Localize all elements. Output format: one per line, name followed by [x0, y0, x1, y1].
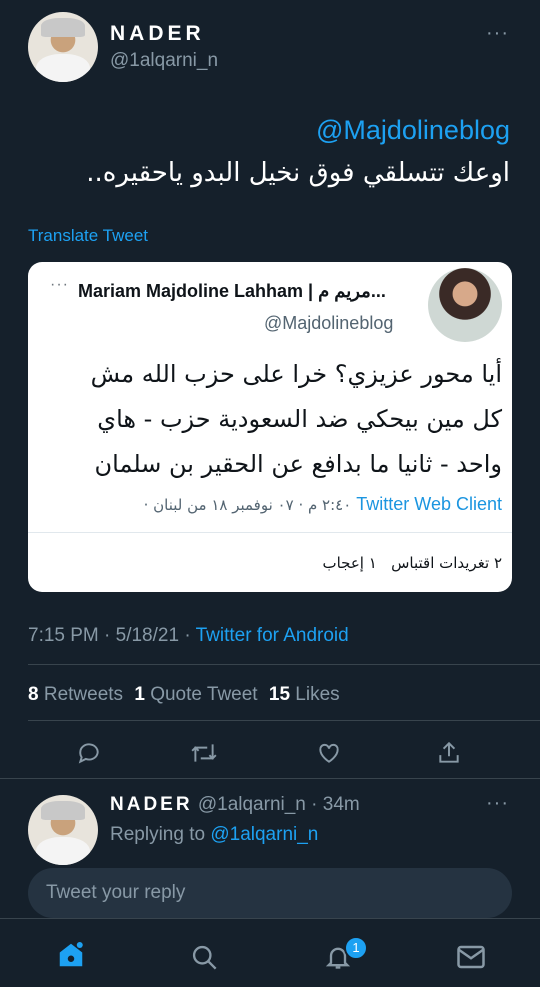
reply-more-icon[interactable]: ··· — [486, 792, 509, 815]
more-options-icon[interactable]: ··· — [486, 22, 509, 45]
tweet-timestamp: 7:15 PM · 5/18/21 · — [28, 625, 196, 646]
tweet-client[interactable]: Twitter for Android — [196, 625, 349, 646]
quoted-meta-client[interactable]: Twitter Web Client — [356, 494, 502, 514]
retweets-stat[interactable]: 8 Retweets — [28, 684, 123, 705]
replying-to-handle[interactable]: @1alqarni_n — [210, 824, 318, 845]
home-icon[interactable] — [56, 940, 86, 970]
reply-input-placeholder[interactable]: Tweet your reply — [46, 882, 185, 904]
card-more-icon[interactable]: ··· — [50, 276, 69, 294]
likes-count: 15 — [268, 684, 291, 705]
search-icon[interactable] — [190, 943, 218, 971]
quoted-author-handle[interactable]: @Majdolineblog — [264, 313, 393, 334]
quotes-label: Quote Tweet — [150, 684, 258, 705]
tweet-meta: 7:15 PM · 5/18/21 · Twitter for Android — [28, 625, 349, 647]
quoted-meta: ٢:٤٠ م · ٠٧ نوفمبر ١٨ من لبنان · Twitter… — [144, 494, 502, 515]
quoted-text-line: واحد - ثانيا ما بدافع عن الحقير بن سلمان — [94, 450, 502, 478]
divider — [28, 664, 540, 665]
quoted-author-name[interactable]: Mariam Majdoline Lahham | مريم م... — [78, 281, 386, 302]
tweet-stats: 8 Retweets 1 Quote Tweet 15 Likes — [28, 684, 340, 706]
retweet-icon[interactable] — [190, 740, 218, 766]
reply-avatar[interactable] — [28, 795, 98, 865]
notifications-badge: 1 — [344, 936, 368, 960]
reply-time: · 34m — [311, 794, 360, 815]
share-icon[interactable] — [436, 740, 462, 766]
replying-to-label: Replying to — [110, 824, 211, 845]
quotes-count: 1 — [134, 684, 145, 705]
quoted-meta-date: ٢:٤٠ م · ٠٧ نوفمبر ١٨ من لبنان · — [143, 496, 352, 514]
translate-tweet-link[interactable]: Translate Tweet — [28, 226, 148, 246]
messages-icon[interactable] — [456, 943, 486, 971]
quoted-author-avatar[interactable] — [428, 268, 502, 342]
reply-icon[interactable] — [76, 740, 102, 766]
tweet-text: اوعك تتسلقي فوق نخيل البدو ياحقيره.. — [86, 158, 510, 188]
author-avatar[interactable] — [28, 12, 98, 82]
quoted-text-line: كل مين بيحكي ضد السعودية حزب - هاي — [97, 405, 502, 433]
reply-author-handle[interactable]: @1alqarni_n — [198, 794, 306, 815]
retweets-label: Retweets — [43, 684, 124, 705]
quoted-text-line: أيا محور عزيزي؟ خرا على حزب الله مش — [90, 360, 502, 388]
author-handle[interactable]: @1alqarni_n — [110, 50, 218, 72]
reply-header: NADER @1alqarni_n · 34m — [110, 794, 360, 816]
divider — [0, 778, 540, 779]
author-name[interactable]: NADER — [110, 22, 205, 46]
likes-label: Likes — [295, 684, 340, 705]
quoted-stats[interactable]: ٢ تغريدات اقتباس ١ إعجاب — [322, 554, 502, 572]
quoted-tweet-card[interactable]: ··· Mariam Majdoline Lahham | مريم م... … — [28, 262, 512, 592]
retweets-count: 8 — [28, 684, 39, 705]
reply-author-name[interactable]: NADER — [110, 794, 193, 815]
likes-stat[interactable]: 15 Likes — [269, 684, 340, 705]
like-icon[interactable] — [316, 740, 342, 766]
quotes-stat[interactable]: 1 Quote Tweet — [134, 684, 257, 705]
quoted-divider — [28, 532, 512, 533]
tweet-mention[interactable]: @Majdolineblog — [316, 115, 510, 146]
divider — [28, 720, 540, 721]
replying-to: Replying to @1alqarni_n — [110, 824, 318, 846]
